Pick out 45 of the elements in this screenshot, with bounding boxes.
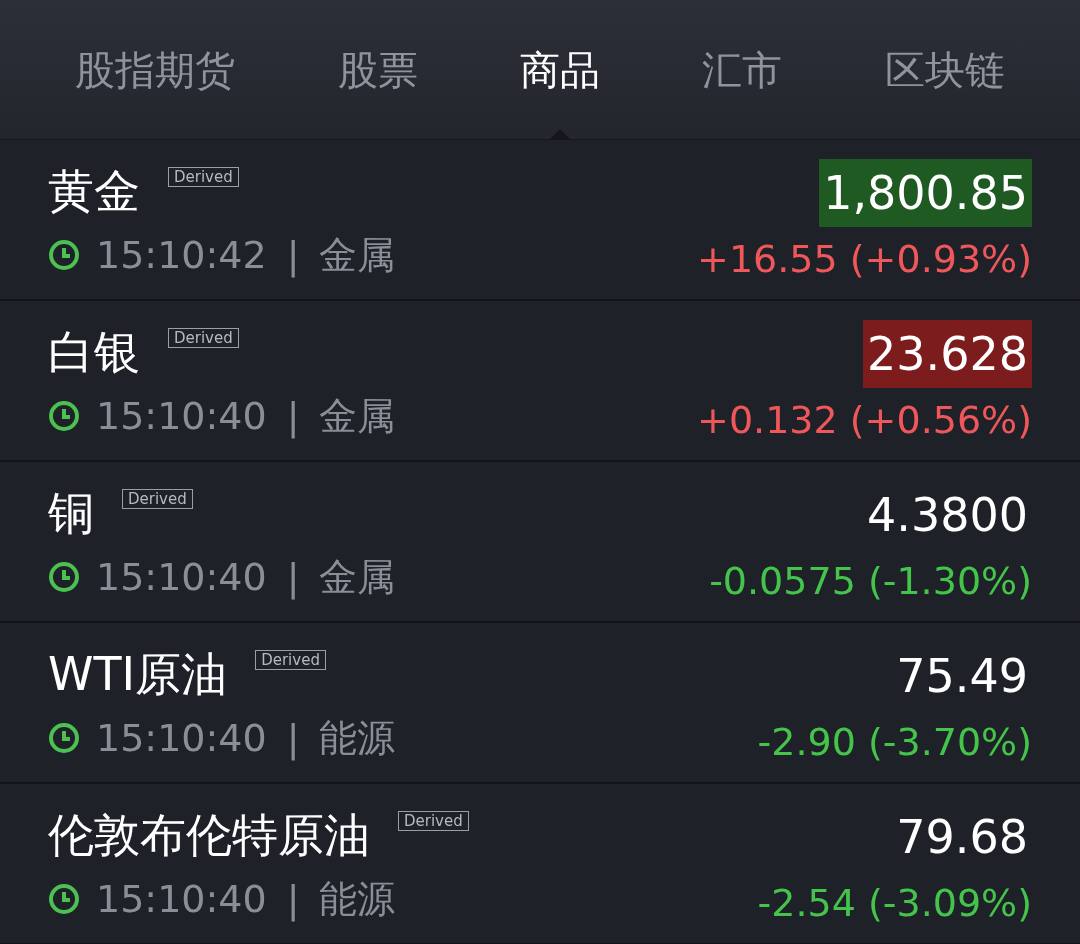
- price: 79.68: [895, 808, 1029, 866]
- price: 23.628: [863, 319, 1032, 388]
- tab[interactable]: 股票: [337, 0, 418, 139]
- price: 1,800.85: [819, 158, 1032, 227]
- derived-badge: Derived: [255, 649, 326, 670]
- category-text: 能源: [319, 715, 396, 760]
- derived-badge: Derived: [398, 810, 469, 831]
- tab[interactable]: 商品: [519, 0, 600, 139]
- derived-badge: Derived: [122, 488, 193, 509]
- time-text: 15:10:40: [96, 554, 267, 599]
- clock-icon: [48, 721, 80, 754]
- category-text: 金属: [319, 554, 396, 599]
- category-text: 能源: [319, 876, 396, 921]
- time-text: 15:10:40: [96, 876, 267, 921]
- price-change: +0.132 (+0.56%): [697, 397, 1032, 442]
- category-text: 金属: [319, 232, 396, 277]
- clock-icon: [48, 399, 80, 432]
- commodity-name: 铜: [48, 484, 94, 541]
- price-change: +16.55 (+0.93%): [697, 236, 1032, 281]
- clock-icon: [48, 882, 80, 915]
- tab[interactable]: 汇市: [702, 0, 783, 139]
- price-change: -0.0575 (-1.30%): [709, 558, 1032, 603]
- price-change: -2.90 (-3.70%): [757, 719, 1032, 764]
- time-text: 15:10:40: [96, 715, 267, 760]
- separator-text: |: [286, 876, 300, 921]
- price: 4.3800: [866, 486, 1029, 544]
- time-text: 15:10:40: [96, 393, 267, 438]
- tab[interactable]: 股指期货: [75, 0, 236, 139]
- commodity-name: 白银: [48, 323, 140, 380]
- tab[interactable]: 区块链: [884, 0, 1005, 139]
- commodity-name: WTI原油: [48, 645, 228, 702]
- clock-icon: [48, 560, 80, 593]
- separator-text: |: [286, 715, 300, 760]
- time-text: 15:10:42: [96, 232, 267, 277]
- price: 75.49: [895, 647, 1029, 705]
- category-text: 金属: [319, 393, 396, 438]
- separator-text: |: [286, 393, 300, 438]
- commodity-name: 伦敦布伦特原油: [48, 806, 370, 863]
- separator-text: |: [286, 232, 300, 277]
- commodity-name: 黄金: [48, 162, 140, 219]
- separator-text: |: [286, 554, 300, 599]
- clock-icon: [48, 238, 80, 271]
- derived-badge: Derived: [168, 166, 239, 187]
- derived-badge: Derived: [168, 327, 239, 348]
- price-change: -2.54 (-3.09%): [757, 880, 1032, 925]
